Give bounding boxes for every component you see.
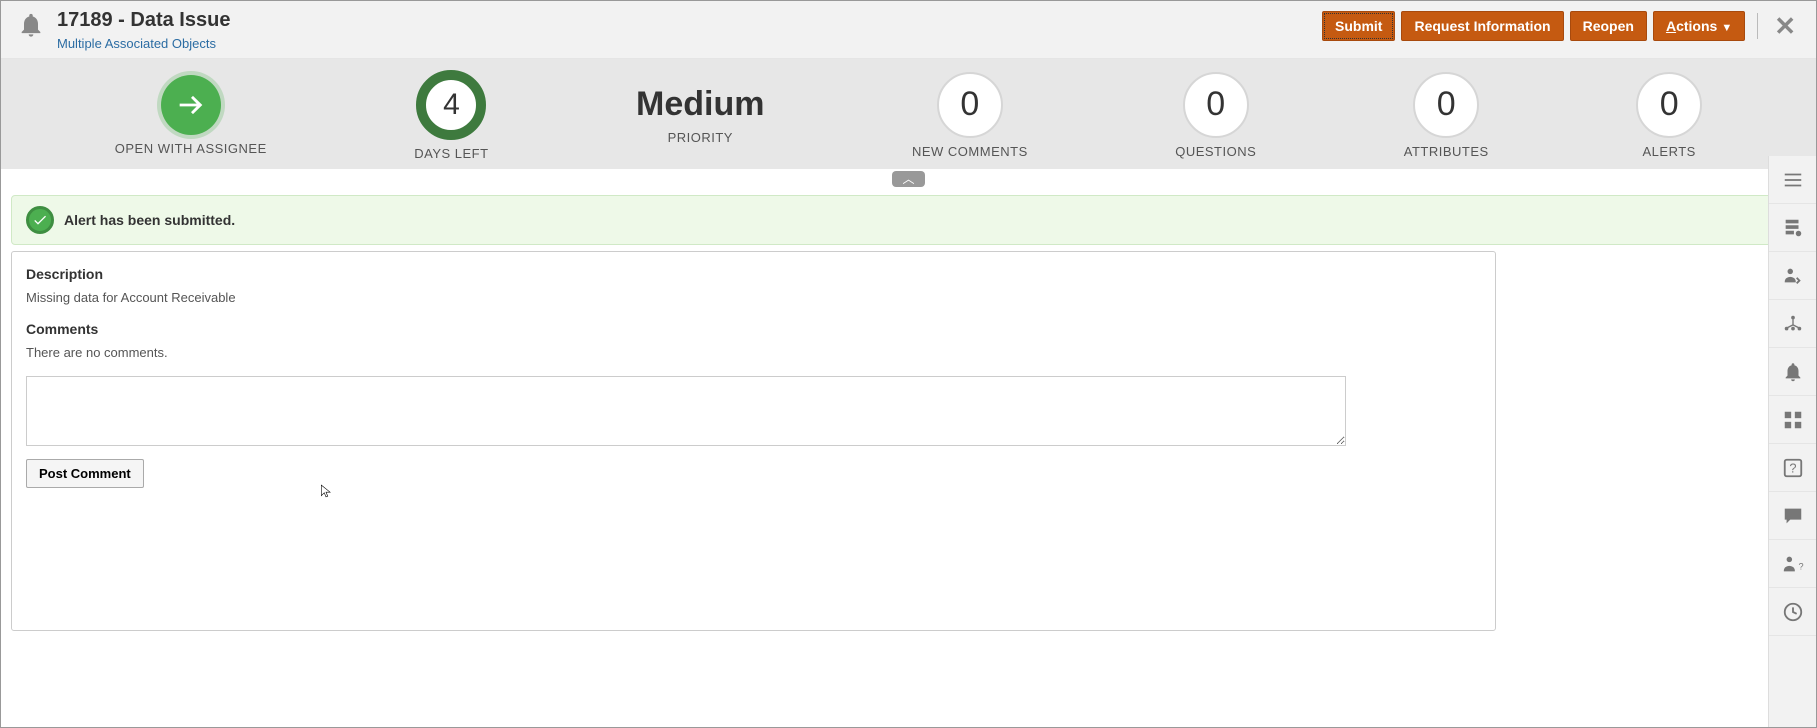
days-left-ring: 4 [416,70,486,140]
rail-person-question-icon[interactable]: ? [1769,540,1816,588]
stat-circle: 0 [1636,72,1702,138]
svg-text:?: ? [1789,460,1796,475]
header-left: 17189 - Data Issue Multiple Associated O… [17,9,230,51]
content-panel: Description Missing data for Account Rec… [11,251,1496,631]
stat-attributes: 0 ATTRIBUTES [1404,72,1489,159]
post-comment-button[interactable]: Post Comment [26,459,144,488]
stat-label: NEW COMMENTS [912,144,1028,159]
stat-open-with-assignee: OPEN WITH ASSIGNEE [115,75,267,156]
stat-questions: 0 QUESTIONS [1175,72,1256,159]
comments-title: Comments [26,321,1481,337]
rail-help-icon[interactable]: ? [1769,444,1816,492]
rail-grid-icon[interactable] [1769,396,1816,444]
page-title: 17189 - Data Issue [57,9,230,32]
rail-bell-icon[interactable] [1769,348,1816,396]
header-bar: 17189 - Data Issue Multiple Associated O… [1,1,1816,59]
stat-label: QUESTIONS [1175,144,1256,159]
right-rail: ? ? [1768,156,1816,727]
stat-label: PRIORITY [636,130,764,145]
rail-workflow-graph-icon[interactable] [1769,300,1816,348]
associated-objects-link[interactable]: Multiple Associated Objects [57,36,230,51]
rail-form-info-icon[interactable] [1769,204,1816,252]
divider [1757,13,1758,39]
comments-empty: There are no comments. [26,345,1481,360]
check-circle-icon [26,206,54,234]
request-information-button[interactable]: Request Information [1401,11,1563,41]
stat-label: DAYS LEFT [414,146,488,161]
collapse-row: ︿ [1,169,1816,189]
rail-workflow-user-icon[interactable] [1769,252,1816,300]
actions-menu-button[interactable]: Actions▼ [1653,11,1745,41]
description-title: Description [26,266,1481,282]
comment-input[interactable] [26,376,1346,446]
stat-label: ATTRIBUTES [1404,144,1489,159]
status-strip: OPEN WITH ASSIGNEE 4 DAYS LEFT Medium PR… [1,59,1816,169]
priority-value: Medium [636,85,764,124]
collapse-chevron-up-icon[interactable]: ︿ [892,171,924,187]
stat-label: ALERTS [1636,144,1702,159]
success-banner: Alert has been submitted. [11,195,1806,245]
description-text: Missing data for Account Receivable [26,290,1481,305]
title-block: 17189 - Data Issue Multiple Associated O… [57,9,230,51]
stat-circle: 0 [937,72,1003,138]
rail-list-icon[interactable] [1769,156,1816,204]
svg-text:?: ? [1798,561,1803,571]
bell-icon [17,11,45,39]
reopen-button[interactable]: Reopen [1570,11,1647,41]
rail-clock-icon[interactable] [1769,588,1816,636]
stat-circle: 0 [1183,72,1249,138]
stat-alerts: 0 ALERTS [1636,72,1702,159]
rail-chat-icon[interactable] [1769,492,1816,540]
stat-label: OPEN WITH ASSIGNEE [115,141,267,156]
submit-button[interactable]: Submit [1322,11,1395,41]
stat-circle: 0 [1413,72,1479,138]
days-left-value: 4 [443,88,460,122]
banner-text: Alert has been submitted. [64,212,235,228]
header-actions: Submit Request Information Reopen Action… [1322,11,1800,41]
stat-new-comments: 0 NEW COMMENTS [912,72,1028,159]
arrow-right-circle-icon [161,75,221,135]
stat-days-left: 4 DAYS LEFT [414,70,488,161]
close-icon[interactable]: ✕ [1770,13,1800,39]
stat-priority: Medium PRIORITY [636,85,764,145]
